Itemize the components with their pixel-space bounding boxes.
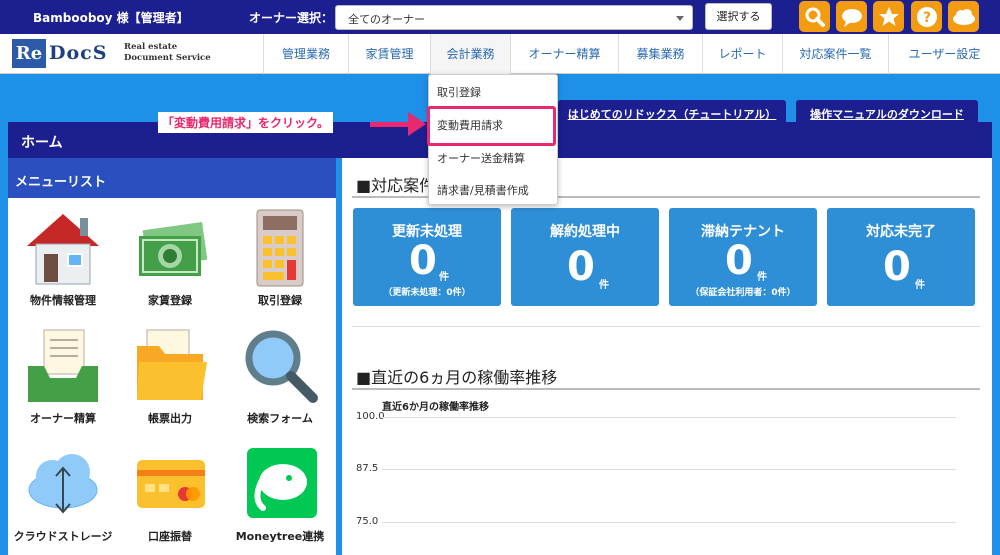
menu-item-label: 口座振替 — [148, 530, 192, 543]
cloud-storage-icon — [28, 454, 98, 514]
owner-select-value: 全てのオーナー — [348, 13, 425, 26]
menu-list-panel: メニューリスト 物件情報管理 家賃登録 取引登録 オーナー精算 帳票出力 検索フ… — [8, 158, 336, 555]
calculator-icon — [256, 209, 304, 287]
highlight-box — [427, 106, 556, 146]
stat-title: 解約処理中 — [550, 224, 620, 240]
stat-unit: 件 — [439, 272, 449, 283]
logo-mark: Re — [12, 39, 46, 68]
magnifier-icon — [245, 330, 318, 403]
chevron-down-icon — [676, 16, 684, 21]
inbox-tray-icon — [28, 329, 98, 402]
menu-item-cloud-storage[interactable]: クラウドストレージ — [13, 444, 113, 544]
stat-value: 0 — [725, 238, 753, 284]
menu-item-label: クラウドストレージ — [13, 530, 113, 543]
menu-item-owner-settlement[interactable]: オーナー精算 — [13, 326, 113, 426]
nav-kanri[interactable]: 管理業務 — [263, 34, 348, 74]
menu-list-heading: メニューリスト — [8, 158, 336, 198]
menu-item-invoice[interactable]: 請求書/見積書作成 — [429, 182, 559, 198]
menu-item-moneytree[interactable]: Moneytree連携 — [230, 444, 330, 544]
y-tick-label: 87.5 — [356, 463, 379, 474]
menu-item-label: 検索フォーム — [247, 412, 313, 425]
menu-item-label: Moneytree連携 — [235, 530, 325, 543]
money-icon — [139, 222, 208, 276]
menu-item-transaction[interactable]: 取引登録 — [230, 208, 330, 308]
svg-text:?: ? — [922, 10, 930, 26]
tab-tutorial-label: はじめてのリドックス（チュートリアル） — [567, 108, 777, 121]
menu-item-search-form[interactable]: 検索フォーム — [230, 326, 330, 426]
nav-user-settings[interactable]: ユーザー設定 — [888, 34, 1000, 74]
logo-subtitle-line2: Document Service — [124, 53, 211, 63]
owner-select-label: オーナー選択： — [249, 11, 334, 25]
nav-yachin[interactable]: 家賃管理 — [348, 34, 430, 74]
house-icon — [27, 214, 99, 285]
top-bar: Bambooboy 様【管理者】 オーナー選択： 全てのオーナー 選択する ? — [0, 0, 1000, 34]
stat-unit: 件 — [915, 280, 925, 291]
nav-kaikei[interactable]: 会計業務 — [430, 34, 510, 74]
search-icon[interactable] — [799, 1, 830, 32]
cases-section-title: ■対応案件 — [356, 176, 436, 195]
stat-value: 0 — [883, 244, 911, 290]
select-button[interactable]: 選択する — [705, 3, 772, 30]
nav-boshu[interactable]: 募集業務 — [618, 34, 702, 74]
menu-item-label: 帳票出力 — [148, 412, 192, 425]
page-title: ホーム — [21, 135, 63, 151]
tab-tutorial[interactable]: はじめてのリドックス（チュートリアル） — [558, 100, 786, 122]
moneytree-elephant-icon — [247, 448, 317, 518]
menu-item-report-output[interactable]: 帳票出力 — [120, 326, 220, 426]
menu-item-bank-transfer[interactable]: 口座振替 — [120, 444, 220, 544]
instruction-callout: 「変動費用請求」をクリック。 — [158, 112, 334, 133]
gridline — [382, 522, 956, 523]
star-icon[interactable] — [873, 1, 904, 32]
user-name: Bambooboy 様【管理者】 — [33, 11, 189, 25]
chart-title: 直近6か月の稼働率推移 — [382, 402, 489, 413]
y-tick-label: 100.0 — [356, 411, 385, 422]
occupancy-section-title: ■直近の6ヵ月の稼働率推移 — [356, 368, 558, 387]
stat-value: 0 — [409, 238, 437, 284]
help-icon[interactable]: ? — [911, 1, 942, 32]
stat-card-delinquent[interactable]: 滞納テナント 0 件 （保証会社利用者：0件） — [669, 208, 817, 306]
gridline — [382, 417, 956, 418]
cloud-icon[interactable] — [948, 1, 979, 32]
stat-card-incomplete[interactable]: 対応未完了 0 件 — [827, 208, 975, 306]
stat-unit: 件 — [599, 280, 609, 291]
menu-item-torihiki[interactable]: 取引登録 — [429, 84, 559, 100]
stat-subtext: （更新未処理：0件） — [383, 288, 471, 298]
nav-cases[interactable]: 対応案件一覧 — [782, 34, 888, 74]
menu-item-label: 物件情報管理 — [30, 294, 96, 307]
menu-item-rent[interactable]: 家賃登録 — [120, 208, 220, 308]
logo-text: DocS — [49, 42, 108, 64]
nav-owner-seisan[interactable]: オーナー精算 — [510, 34, 618, 74]
y-tick-label: 75.0 — [356, 516, 379, 527]
gridline — [382, 469, 956, 470]
credit-card-icon — [137, 460, 205, 508]
nav-report[interactable]: レポート — [702, 34, 782, 74]
main-nav: Re DocS Real estate Document Service 管理業… — [0, 34, 1000, 74]
arrow-right-icon — [408, 112, 426, 136]
menu-item-label: 家賃登録 — [148, 294, 192, 307]
logo-subtitle-line1: Real estate — [124, 42, 178, 52]
chat-icon[interactable] — [836, 1, 867, 32]
logo-subtitle: Real estate Document Service — [124, 42, 211, 64]
stat-unit: 件 — [757, 272, 767, 283]
menu-item-label: オーナー精算 — [30, 412, 96, 425]
stat-card-renewal[interactable]: 更新未処理 0 件 （更新未処理：0件） — [353, 208, 501, 306]
callout-arrow — [370, 122, 410, 127]
tab-manual-label: 操作マニュアルのダウンロード — [810, 108, 964, 121]
section-divider — [352, 326, 980, 327]
section-divider — [352, 388, 980, 390]
folder-icon — [137, 329, 207, 400]
tab-manual-download[interactable]: 操作マニュアルのダウンロード — [796, 100, 978, 122]
stat-subtext: （保証会社利用者：0件） — [690, 288, 796, 298]
owner-select[interactable]: 全てのオーナー — [335, 5, 693, 30]
stat-title: 対応未完了 — [866, 224, 936, 240]
dashboard-panel: ■対応案件 更新未処理 0 件 （更新未処理：0件） 解約処理中 0 件 滞納テ… — [342, 158, 992, 555]
menu-item-property[interactable]: 物件情報管理 — [13, 208, 113, 308]
menu-item-owner-sokin[interactable]: オーナー送金精算 — [429, 150, 559, 166]
menu-item-label: 取引登録 — [258, 294, 302, 307]
stat-card-cancellation[interactable]: 解約処理中 0 件 — [511, 208, 659, 306]
stat-value: 0 — [567, 244, 595, 290]
